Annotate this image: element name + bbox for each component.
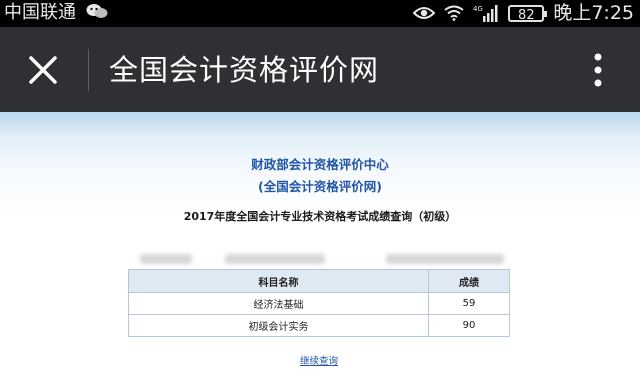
site-name: (全国会计资格评价网) <box>258 179 382 194</box>
wechat-icon <box>86 4 108 18</box>
close-icon <box>29 56 57 84</box>
battery-icon: 82 <box>508 4 548 23</box>
more-vertical-icon <box>594 53 602 87</box>
wifi-icon <box>444 5 464 21</box>
table-row: 初级会计实务 90 <box>128 314 510 337</box>
page-title: 全国会计资格评价网 <box>109 53 380 87</box>
carrier-name: 中国联通 <box>4 2 76 23</box>
more-menu-button[interactable] <box>584 51 612 89</box>
status-left: 中国联通 <box>4 2 108 24</box>
redacted-info-2 <box>225 254 325 264</box>
svg-text:4G: 4G <box>473 5 483 13</box>
continue-query-link[interactable]: 继续查询 <box>300 353 338 367</box>
eye-icon <box>413 7 436 19</box>
subject-cell: 初级会计实务 <box>128 314 429 337</box>
status-right: 4G 82 晚上7:25 <box>413 1 634 25</box>
table-header-row: 科目名称 成绩 <box>128 269 510 293</box>
status-time: 晚上7:25 <box>553 2 634 24</box>
title-divider <box>88 49 89 91</box>
score-cell: 90 <box>428 314 510 337</box>
header-score: 成绩 <box>428 269 510 293</box>
table-row: 经济法基础 59 <box>128 292 510 315</box>
web-content: 财政部会计资格评价中心 (全国会计资格评价网) 2017年度全国会计专业技术资格… <box>0 112 640 372</box>
header-subject: 科目名称 <box>128 269 429 293</box>
signal-icon: 4G <box>473 5 498 22</box>
subject-cell: 经济法基础 <box>128 292 429 315</box>
redacted-info-1 <box>140 254 192 264</box>
query-title: 2017年度全国会计专业技术资格考试成绩查询（初级） <box>183 210 457 223</box>
status-bar: 中国联通 4G 82 晚上7:25 <box>0 0 640 27</box>
battery-level: 82 <box>518 7 535 23</box>
close-button[interactable] <box>24 51 62 89</box>
org-name: 财政部会计资格评价中心 <box>251 157 389 172</box>
title-bar: 全国会计资格评价网 <box>0 27 640 112</box>
score-cell: 59 <box>428 292 510 315</box>
score-table: 科目名称 成绩 经济法基础 59 初级会计实务 90 <box>128 269 510 337</box>
redacted-info-3 <box>386 254 504 264</box>
